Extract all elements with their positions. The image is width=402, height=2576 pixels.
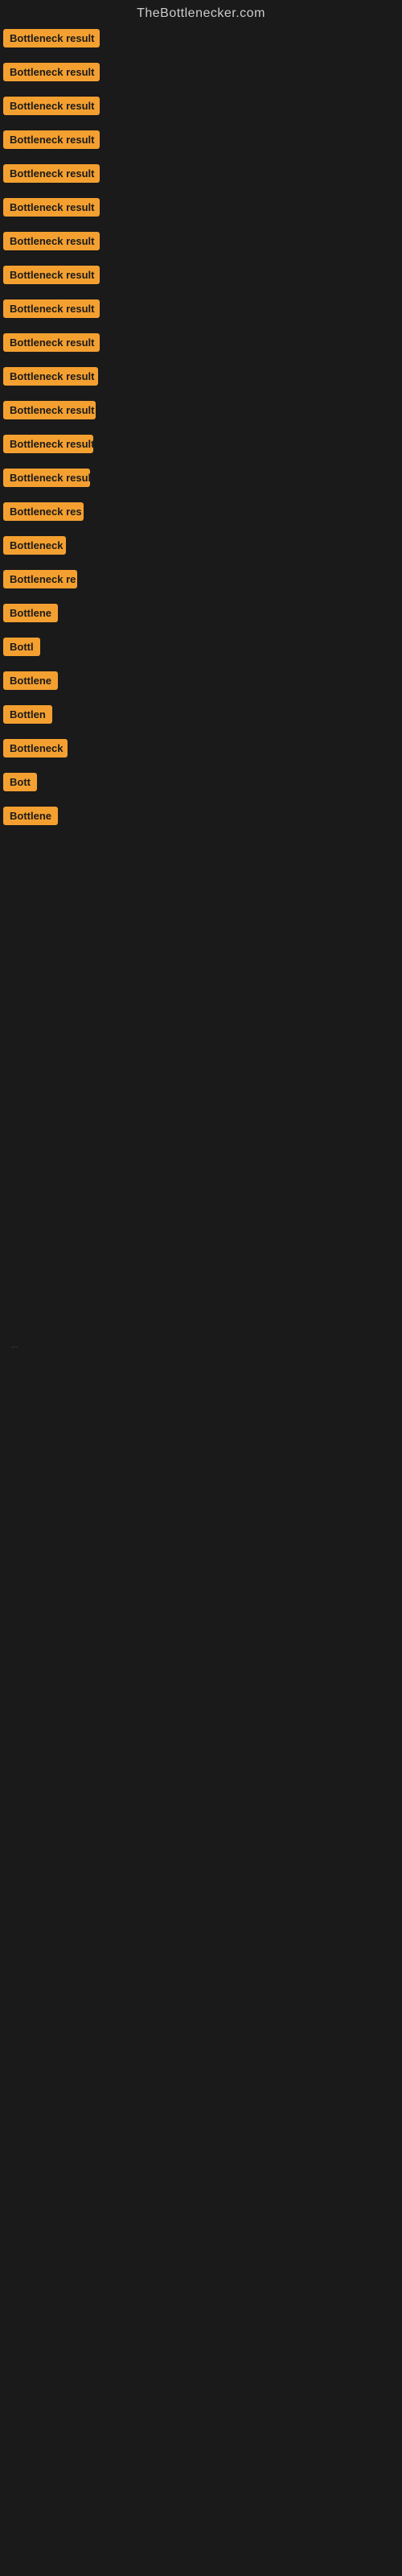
bottleneck-badge[interactable]: Bottl — [3, 638, 40, 656]
list-item: Bottleneck result — [0, 227, 402, 259]
bottleneck-badge[interactable]: Bottleneck result — [3, 367, 98, 386]
list-item: Bottlene — [0, 667, 402, 699]
list-item: Bottleneck result — [0, 193, 402, 225]
site-title-container: TheBottlenecker.com — [0, 0, 402, 24]
bottleneck-badge[interactable]: Bottleneck result — [3, 232, 100, 250]
list-item: Bottleneck result — [0, 464, 402, 496]
list-item: Bottleneck result — [0, 295, 402, 327]
bottleneck-badge[interactable]: Bott — [3, 773, 37, 791]
list-item: Bottleneck result — [0, 396, 402, 428]
list-item: Bottleneck result — [0, 261, 402, 293]
bottleneck-badge[interactable]: Bottleneck result — [3, 130, 100, 149]
list-item: Bottleneck result — [0, 92, 402, 124]
bottleneck-badge[interactable]: Bottleneck result — [3, 198, 100, 217]
bottleneck-badge[interactable]: Bottleneck result — [3, 97, 100, 115]
list-item: Bottleneck res — [0, 497, 402, 530]
list-item: Bottleneck result — [0, 328, 402, 361]
list-item: Bottleneck result — [0, 362, 402, 394]
bottleneck-badge[interactable]: Bottleneck result — [3, 299, 100, 318]
list-item: Bottl — [0, 633, 402, 665]
list-item: Bottleneck — [0, 734, 402, 766]
list-item: Bottleneck — [0, 531, 402, 564]
list-item: Bottleneck result — [0, 430, 402, 462]
list-item: Bott — [0, 768, 402, 800]
bottleneck-badge[interactable]: Bottleneck result — [3, 266, 100, 284]
bottleneck-badge[interactable]: Bottlene — [3, 807, 58, 825]
bottleneck-badge[interactable]: Bottlen — [3, 705, 52, 724]
footer-area: ... — [0, 850, 402, 1358]
bottleneck-badge[interactable]: Bottleneck — [3, 739, 68, 758]
bottleneck-badge[interactable]: Bottleneck — [3, 536, 66, 555]
list-item: Bottleneck result — [0, 159, 402, 192]
site-title: TheBottlenecker.com — [0, 0, 402, 24]
list-item: Bottleneck result — [0, 126, 402, 158]
bottleneck-list: Bottleneck result Bottleneck result Bottle… — [0, 24, 402, 834]
bottleneck-badge[interactable]: Bottleneck re — [3, 570, 77, 588]
bottleneck-badge[interactable]: Bottleneck res — [3, 502, 84, 521]
bottleneck-badge[interactable]: Bottlene — [3, 604, 58, 622]
list-item: Bottlen — [0, 700, 402, 733]
bottleneck-badge[interactable]: Bottleneck result — [3, 63, 100, 81]
bottleneck-badge[interactable]: Bottleneck result — [3, 333, 100, 352]
bottleneck-badge[interactable]: Bottleneck result — [3, 164, 100, 183]
footer-dots: ... — [8, 1341, 394, 1350]
list-item: Bottleneck result — [0, 58, 402, 90]
bottleneck-badge[interactable]: Bottlene — [3, 671, 58, 690]
list-item: Bottleneck result — [0, 24, 402, 56]
bottleneck-badge[interactable]: Bottleneck result — [3, 469, 90, 487]
bottleneck-badge[interactable]: Bottleneck result — [3, 435, 93, 453]
bottleneck-badge[interactable]: Bottleneck result — [3, 29, 100, 47]
list-item: Bottlene — [0, 599, 402, 631]
list-item: Bottlene — [0, 802, 402, 834]
bottleneck-badge[interactable]: Bottleneck result — [3, 401, 96, 419]
list-item: Bottleneck re — [0, 565, 402, 597]
